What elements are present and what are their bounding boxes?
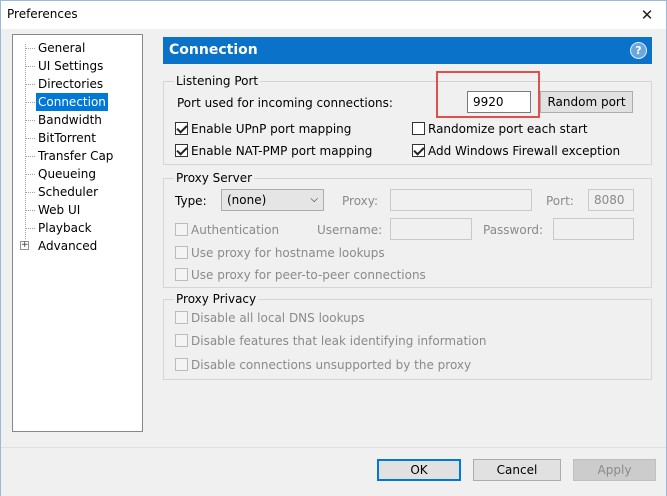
expand-icon[interactable]: + (20, 241, 29, 250)
randomize-port-label: Randomize port each start (428, 122, 588, 136)
disable-unsupported-label: Disable connections unsupported by the p… (191, 358, 472, 372)
password-label: Password: (483, 223, 544, 237)
sidebar-item-label: Queueing (38, 167, 96, 181)
sidebar-item-label: Directories (38, 77, 104, 91)
proxy-type-label: Type: (175, 194, 207, 208)
authentication-checkbox[interactable] (175, 223, 188, 236)
proxy-type-value: (none) (227, 193, 267, 207)
sidebar-item-label: General (38, 41, 86, 55)
sidebar-item-label: BitTorrent (38, 131, 96, 145)
disable-leak-label: Disable features that leak identifying i… (191, 334, 487, 348)
sidebar-item-label: Connection (36, 93, 108, 111)
authentication-label: Authentication (191, 223, 280, 237)
upnp-checkbox[interactable] (175, 122, 188, 135)
disable-unsupported-checkbox[interactable] (175, 358, 188, 371)
sidebar-item-label: Scheduler (38, 185, 99, 199)
proxy-hostname-checkbox[interactable] (175, 246, 188, 259)
upnp-label: Enable UPnP port mapping (191, 122, 352, 136)
randomize-port-checkbox[interactable] (412, 122, 425, 135)
proxy-host-input[interactable] (390, 189, 532, 211)
sidebar-item-label: UI Settings (38, 59, 104, 73)
help-icon[interactable]: ? (630, 42, 647, 59)
title-bar: Preferences ✕ (1, 1, 666, 29)
section-header: Connection ? (163, 37, 652, 64)
proxy-p2p-checkbox[interactable] (175, 268, 188, 281)
sidebar-item-label: Web UI (38, 203, 81, 217)
preferences-tree: General UI Settings Directories Connecti… (12, 34, 143, 432)
natpmp-label: Enable NAT-PMP port mapping (191, 144, 373, 158)
section-title: Connection (169, 42, 258, 58)
chevron-down-icon: ⌵ (310, 194, 318, 205)
window-title: Preferences (7, 7, 78, 21)
cancel-button[interactable]: Cancel (473, 459, 561, 481)
username-input[interactable] (390, 218, 472, 240)
group-title: Listening Port (174, 74, 261, 88)
sidebar-item-label: Bandwidth (38, 113, 102, 127)
natpmp-checkbox[interactable] (175, 144, 188, 157)
random-port-button[interactable]: Random port (540, 91, 633, 113)
preferences-window: Preferences ✕ General UI Settings Direct… (0, 0, 667, 496)
apply-button[interactable]: Apply (573, 459, 656, 481)
dialog-footer (1, 447, 666, 496)
disable-dns-checkbox[interactable] (175, 311, 188, 324)
username-label: Username: (317, 223, 383, 237)
ok-button[interactable]: OK (377, 459, 461, 481)
sidebar-item-label: Transfer Cap (38, 149, 114, 163)
firewall-label: Add Windows Firewall exception (428, 144, 621, 158)
proxy-host-label: Proxy: (342, 194, 379, 208)
group-title: Proxy Privacy (174, 292, 259, 306)
proxy-hostname-label: Use proxy for hostname lookups (191, 246, 385, 260)
sidebar-item-label: Playback (38, 221, 92, 235)
proxy-type-select[interactable]: (none) ⌵ (221, 189, 324, 211)
proxy-port-input[interactable]: 8080 (588, 189, 634, 211)
proxy-port-label: Port: (546, 194, 574, 208)
port-highlight-box (436, 71, 540, 118)
disable-leak-checkbox[interactable] (175, 334, 188, 347)
port-label: Port used for incoming connections: (177, 96, 393, 110)
disable-dns-label: Disable all local DNS lookups (191, 311, 365, 325)
sidebar-item-label: Advanced (38, 239, 98, 253)
group-title: Proxy Server (174, 171, 255, 185)
proxy-p2p-label: Use proxy for peer-to-peer connections (191, 268, 426, 282)
password-input[interactable] (553, 218, 634, 240)
close-icon[interactable]: ✕ (636, 4, 658, 26)
firewall-checkbox[interactable] (412, 144, 425, 157)
